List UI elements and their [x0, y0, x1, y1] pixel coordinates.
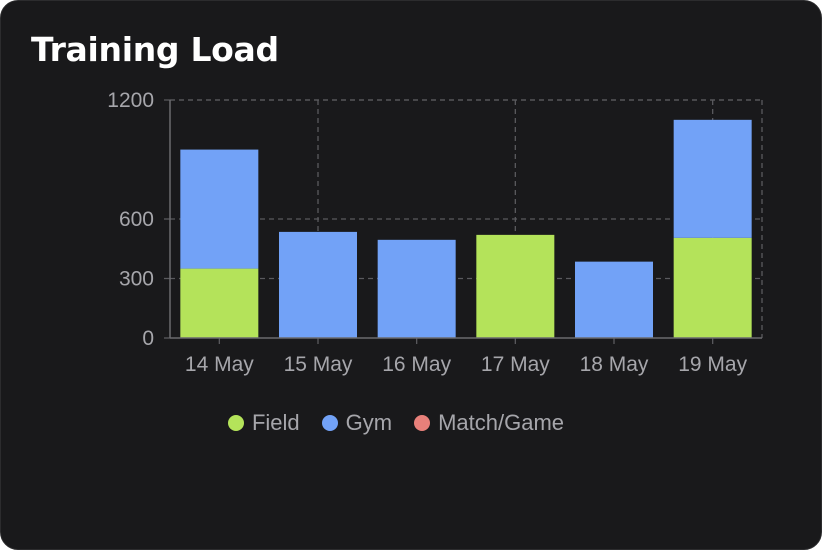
y-tick-label: 1200 [107, 89, 154, 112]
legend-swatch [414, 415, 431, 431]
legend-item-match-game[interactable]: Match/Game [414, 410, 564, 436]
x-tick-label: 17 May [481, 353, 550, 376]
x-tick-label: 19 May [678, 353, 747, 376]
legend-label: Match/Game [438, 410, 565, 435]
legend-swatch [321, 415, 338, 431]
x-tick-label: 16 May [382, 353, 451, 376]
bar-gym-5 [673, 119, 752, 238]
training-load-card: Training Load 0 300 600 1200 14 May 15 May 16 … [0, 0, 822, 550]
bar-field-0 [180, 268, 259, 338]
bars-layer [180, 119, 752, 338]
y-tick-label: 0 [142, 327, 154, 350]
x-tick-label: 18 May [580, 353, 649, 376]
chart-legend: Field Gym Match/Game [1, 405, 791, 441]
y-tick-label: 600 [119, 208, 154, 231]
bar-gym-0 [180, 149, 259, 269]
legend-label: Gym [345, 410, 393, 435]
legend-item-gym[interactable]: Gym [321, 410, 393, 436]
legend-label: Field [251, 410, 300, 435]
bar-gym-1 [279, 231, 357, 338]
y-tick-label: 300 [119, 268, 154, 291]
bar-field-5 [673, 237, 752, 338]
legend-swatch [227, 415, 244, 431]
legend-item-field[interactable]: Field [227, 410, 300, 436]
x-tick-label: 14 May [185, 353, 254, 376]
x-tick-label: 15 May [284, 353, 353, 376]
training-load-chart: 0 300 600 1200 14 May 15 May 16 May 17 May 18 Ma… [107, 89, 763, 376]
bar-field-3 [476, 234, 555, 338]
bar-gym-2 [377, 239, 456, 338]
bar-gym-4 [575, 261, 653, 338]
grid-layer [170, 99, 763, 338]
